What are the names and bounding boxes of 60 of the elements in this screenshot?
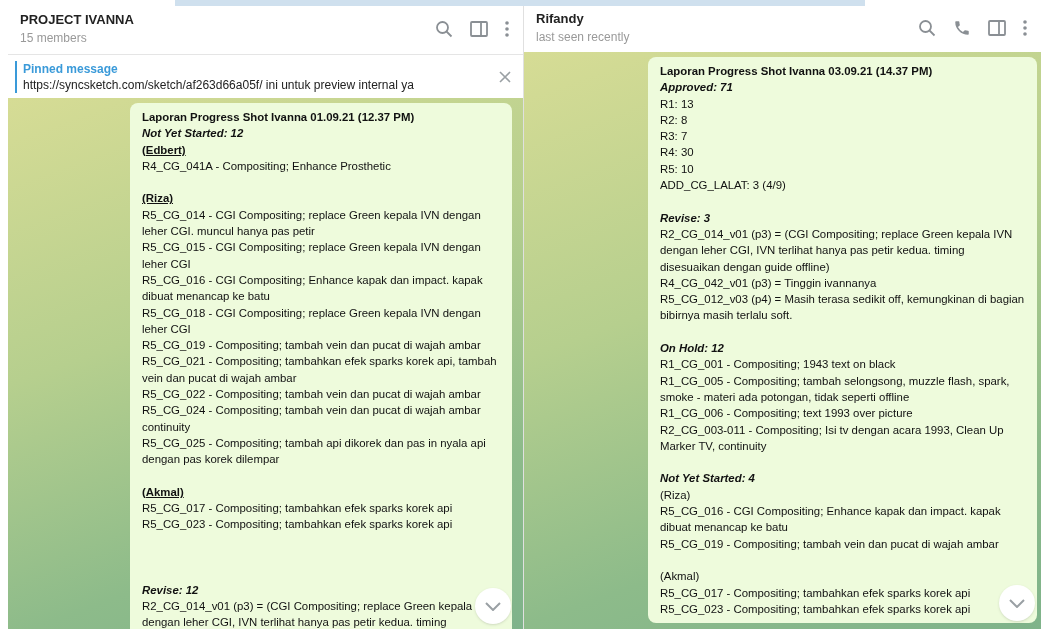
- message-line: Not Yet Started: 4: [660, 471, 755, 487]
- message-line: R5_CG_014 - CGI Compositing; replace Green kepala IVN dengan leher CGI. muncul hanya pas petir: [142, 207, 482, 240]
- message-line: R3: 7: [660, 129, 688, 145]
- more-icon[interactable]: [1023, 20, 1027, 36]
- chevron-down-icon: [1009, 598, 1025, 608]
- message-line: R5_CG_012_v03 (p4) = Masih terasa sedikit off, kemungkinan di bagian bibirnya masih terlalu soft.: [660, 292, 1025, 324]
- message-line: Approved: 71: [660, 80, 733, 96]
- message-line: R5_CG_016 - CGI Compositing; Enhance kapak dan impact. kapak dibuat menancap ke batu: [142, 272, 484, 305]
- message-line: (Riza): [142, 191, 173, 207]
- pinned-text: https://syncsketch.com/sketch/af263d66a05f/ ini untuk preview internal ya: [23, 76, 415, 93]
- message-line: R5_CG_016 - CGI Compositing; Enhance kapak dan impact. kapak dibuat menancap ke batu: [660, 504, 1002, 536]
- phone-icon[interactable]: [953, 19, 971, 37]
- message-line: R4: 30: [660, 145, 694, 161]
- message-line: R5: 10: [660, 161, 694, 177]
- more-icon[interactable]: [505, 21, 509, 37]
- message-line: R4_CG_042_v01 (p3) = Tinggin ivannanya: [660, 275, 877, 291]
- message-line: R5_CG_017 - Compositing; tambahkan efek sparks korek api: [142, 501, 453, 517]
- message-line: ADD_CG_LALAT: 3 (4/9): [660, 178, 786, 194]
- message-line: Not Yet Started: 12: [142, 126, 244, 142]
- search-icon[interactable]: [435, 20, 453, 38]
- sidebar-icon[interactable]: [988, 20, 1006, 36]
- message-line: On Hold: 12: [660, 341, 724, 357]
- message-line: R1_CG_006 - Compositing; text 1993 over picture: [660, 406, 913, 422]
- message-line: R5_CG_018 - CGI Compositing; replace Green kepala IVN dengan leher CGI: [142, 305, 482, 337]
- message-line: dengan leher CGI, IVN terlihat hanya pas petir kedua. timing: [142, 615, 447, 629]
- message-line: R2_CG_014_v01 (p3) = (CGI Compositing; replace Green kepala: [142, 598, 473, 614]
- message-line: R5_CG_021 - Compositing; tambahkan efek sparks korek api, tambah vein dan pucat di wajah ambar: [142, 354, 498, 386]
- message-line: (Riza): [660, 487, 691, 503]
- chat-status: 15 members: [20, 30, 88, 47]
- close-icon[interactable]: [499, 70, 511, 83]
- search-icon[interactable]: [918, 19, 936, 37]
- message-line: (Akmal): [660, 569, 700, 585]
- message-line: R4_CG_041A - Compositing; Enhance Prosthetic: [142, 158, 391, 174]
- message-line: R5_CG_019 - Compositing; tambah vein dan pucat di wajah ambar: [660, 536, 999, 552]
- chat-status: last seen recently: [536, 29, 631, 46]
- message-line: R5_CG_015 - CGI Compositing; replace Green kepala IVN dengan leher CGI: [142, 240, 482, 272]
- chat-title: PROJECT IVANNA: [20, 11, 135, 29]
- chat-title: Rifandy: [536, 10, 585, 28]
- message-line: R5_CG_024 - Compositing; tambah vein dan pucat di wajah ambar continuity: [142, 403, 482, 435]
- message-line: R1: 13: [660, 96, 694, 112]
- message-line: R5_CG_017 - Compositing; tambahkan efek sparks korek api: [660, 585, 971, 601]
- message-line: (Edbert): [142, 142, 186, 158]
- pinned-label: Pinned message: [23, 60, 119, 77]
- message-line: R2_CG_014_v01 (p3) = (CGI Compositing; replace Green kepala IVN dengan leher CGI, IVN terlihat hanya pas petir kedua. timing disesuaikan dengan guide offline): [660, 226, 1014, 275]
- message-line: R5_CG_023 - Compositing; tambahkan efek sparks korek api: [142, 517, 453, 533]
- message-line: (Akmal): [142, 484, 184, 500]
- message-line: R1_CG_001 - Compositing; 1943 text on black: [660, 357, 896, 373]
- sidebar-icon[interactable]: [470, 21, 488, 37]
- message-line: R5_CG_025 - Compositing; tambah api dikorek dan pas in nyala api dengan pas korek dilempar: [142, 435, 487, 468]
- message-line: R2: 8: [660, 112, 688, 128]
- message-line: R2_CG_003-011 - Compositing; Isi tv dengan acara 1993, Clean Up Marker TV, continuity: [660, 422, 1005, 454]
- message-line: Laporan Progress Shot Ivanna 01.09.21 (12.37 PM): [142, 110, 415, 125]
- message-line: R1_CG_005 - Compositing; tambah selongsong, muzzle flash, spark, smoke - materi ada potongan, tidak seperti offline: [660, 373, 1011, 405]
- message-line: Revise: 3: [660, 210, 711, 226]
- chevron-down-icon: [485, 601, 501, 611]
- message-line: Revise: 12: [142, 582, 199, 598]
- message-line: Laporan Progress Shot Ivanna 03.09.21 (14.37 PM): [660, 64, 933, 79]
- message-line: R5_CG_019 - Compositing; tambah vein dan pucat di wajah ambar: [142, 338, 481, 354]
- message-line: R5_CG_022 - Compositing; tambah vein dan pucat di wajah ambar: [142, 387, 481, 403]
- message-line: R5_CG_023 - Compositing; tambahkan efek sparks korek api: [660, 601, 971, 617]
